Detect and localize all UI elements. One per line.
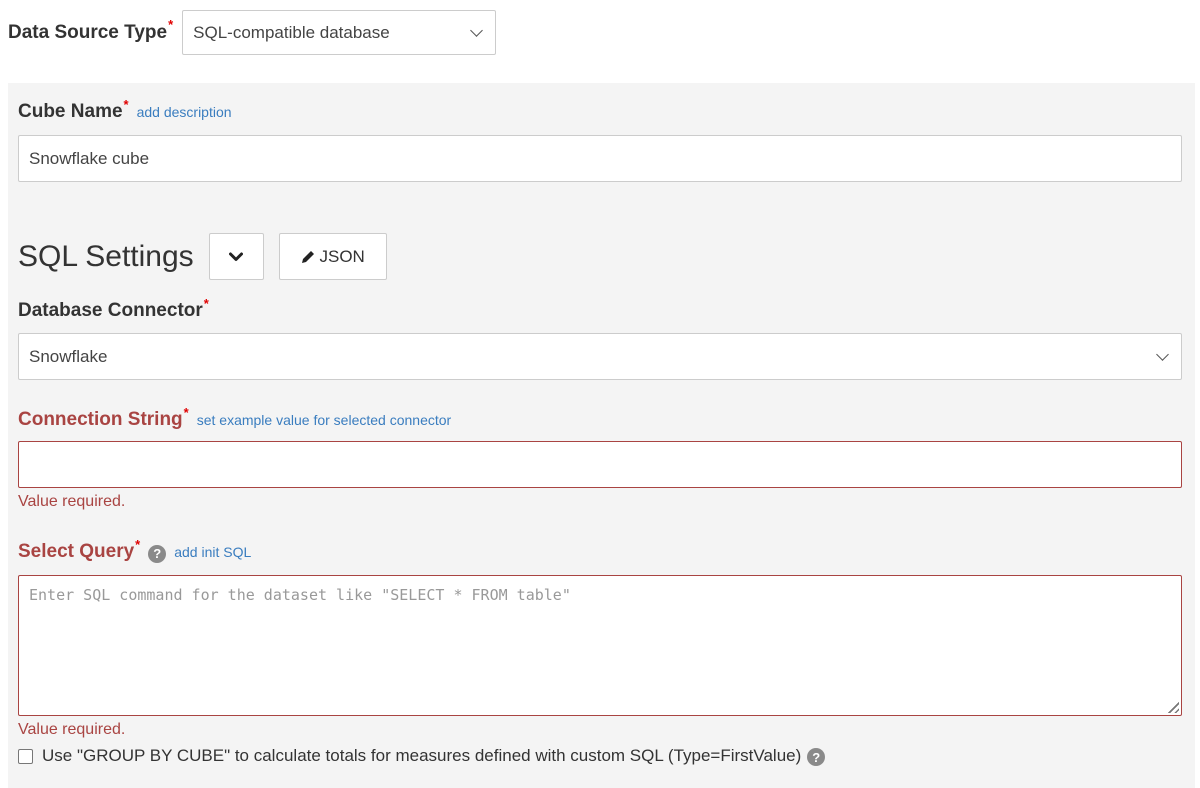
- cube-settings-panel: Cube Name * add description Snowflake cu…: [8, 83, 1195, 788]
- edit-json-button[interactable]: JSON: [278, 233, 387, 280]
- database-connector-label-row: Database Connector *: [18, 296, 209, 322]
- connection-string-error: Value required.: [18, 493, 126, 510]
- required-marker: *: [168, 17, 174, 32]
- group-by-cube-option: Use "GROUP BY CUBE" to calculate totals …: [18, 746, 826, 766]
- select-query-error: Value required.: [18, 721, 126, 738]
- group-by-cube-checkbox[interactable]: [18, 748, 33, 764]
- sql-settings-heading-row: SQL Settings JSON: [18, 233, 387, 280]
- help-icon[interactable]: ?: [148, 544, 167, 563]
- data-source-type-label: Data Source Type: [8, 21, 168, 43]
- connection-string-input[interactable]: [18, 441, 1182, 488]
- chevron-down-icon: [229, 252, 244, 261]
- database-connector-label: Database Connector: [18, 300, 203, 321]
- cube-name-input[interactable]: Snowflake cube: [18, 135, 1182, 182]
- pencil-icon: [302, 250, 315, 263]
- chevron-down-icon: [470, 23, 484, 37]
- connection-string-label-row: Connection String * set example value fo…: [18, 405, 451, 431]
- cube-name-label: Cube Name: [18, 101, 123, 122]
- add-init-sql-link[interactable]: add init SQL: [174, 544, 251, 560]
- group-by-cube-label[interactable]: Use "GROUP BY CUBE" to calculate totals …: [42, 746, 801, 766]
- sql-settings-title: SQL Settings: [18, 239, 194, 273]
- required-marker: *: [203, 296, 209, 311]
- cube-name-label-row: Cube Name * add description: [18, 97, 232, 123]
- chevron-down-icon: [1156, 347, 1169, 361]
- data-source-type-value: SQL-compatible database: [193, 22, 390, 42]
- data-source-type-row: Data Source Type * SQL-compatible databa…: [8, 10, 497, 55]
- select-query-textarea[interactable]: Enter SQL command for the dataset like "…: [18, 575, 1182, 716]
- help-icon[interactable]: ?: [807, 748, 826, 766]
- resize-handle[interactable]: [1165, 699, 1179, 713]
- database-connector-select[interactable]: Snowflake: [18, 333, 1182, 380]
- set-example-value-link[interactable]: set example value for selected connector: [197, 412, 451, 428]
- data-source-type-select[interactable]: SQL-compatible database: [182, 10, 497, 55]
- cube-name-value: Snowflake cube: [29, 148, 150, 168]
- database-connector-value: Snowflake: [29, 346, 108, 366]
- add-description-link[interactable]: add description: [137, 104, 232, 120]
- required-marker: *: [135, 537, 141, 552]
- collapse-toggle-button[interactable]: [208, 233, 264, 280]
- select-query-label-row: Select Query * ? add init SQL: [18, 537, 251, 563]
- select-query-placeholder: Enter SQL command for the dataset like "…: [29, 586, 571, 604]
- required-marker: *: [183, 405, 189, 420]
- json-button-label: JSON: [319, 246, 365, 266]
- select-query-label: Select Query: [18, 541, 135, 562]
- required-marker: *: [123, 97, 129, 112]
- connection-string-label: Connection String: [18, 409, 183, 430]
